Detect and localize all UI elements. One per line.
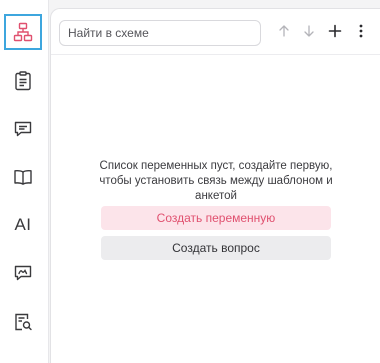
arrow-up-icon: [277, 24, 291, 43]
sidebar-item-book[interactable]: [4, 159, 42, 195]
sidebar-item-search-document[interactable]: [4, 303, 42, 339]
variables-panel: Список переменных пуст, создайте первую,…: [50, 8, 380, 363]
document-search-icon: [13, 311, 33, 331]
empty-state-message: Список переменных пуст, создайте первую,…: [99, 160, 333, 202]
sidebar-item-schema[interactable]: [4, 14, 42, 50]
sidebar-item-ai[interactable]: AI: [4, 207, 42, 243]
arrow-down-icon: [302, 24, 316, 43]
create-question-button[interactable]: Создать вопрос: [101, 236, 331, 260]
chat-icon: [13, 119, 33, 139]
schema-icon: [13, 22, 33, 42]
sidebar: AI: [0, 0, 49, 363]
document-icon: [14, 71, 32, 91]
arrow-down-button[interactable]: [298, 22, 320, 44]
more-options-button[interactable]: [350, 22, 372, 44]
app-window: AI Найти в схеме Список переменных пуст,…: [0, 0, 380, 363]
sidebar-item-document[interactable]: [4, 63, 42, 99]
more-vertical-icon: [358, 24, 364, 43]
signature-chat-icon: [13, 263, 33, 283]
create-variable-button[interactable]: Создать переменную: [101, 206, 331, 230]
plus-icon: [328, 24, 342, 43]
ai-label: AI: [14, 215, 32, 234]
arrow-up-button[interactable]: [273, 22, 295, 44]
book-icon: [13, 167, 33, 187]
sidebar-item-chat[interactable]: [4, 111, 42, 147]
panel-toolbar: [51, 9, 380, 55]
empty-state: Список переменных пуст, создайте первую,…: [51, 159, 380, 204]
sidebar-item-signature[interactable]: [4, 255, 42, 291]
add-button[interactable]: [324, 22, 346, 44]
search-input[interactable]: [59, 20, 261, 46]
